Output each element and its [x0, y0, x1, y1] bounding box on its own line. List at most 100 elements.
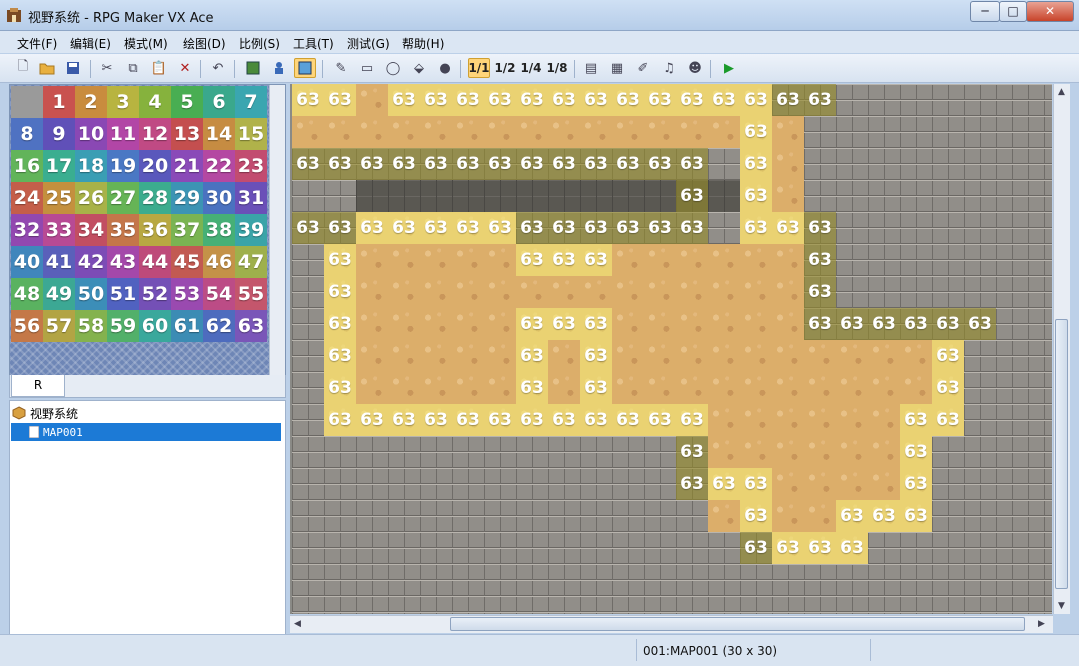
map-tile[interactable]: [484, 244, 516, 276]
palette-scrollbar[interactable]: [269, 85, 285, 375]
map-tile[interactable]: [292, 468, 324, 500]
map-tile[interactable]: [356, 468, 388, 500]
map-tile[interactable]: [484, 596, 516, 614]
palette-region-54[interactable]: 54: [203, 278, 235, 310]
map-tile[interactable]: [676, 532, 708, 564]
map-tile[interactable]: [420, 244, 452, 276]
map-tile[interactable]: 63: [644, 148, 676, 180]
map-tile[interactable]: [388, 340, 420, 372]
palette-region-29[interactable]: 29: [171, 182, 203, 214]
map-tile[interactable]: [324, 564, 356, 596]
map-tile[interactable]: 63: [420, 148, 452, 180]
map-tile[interactable]: 63: [548, 84, 580, 116]
palette-region-41[interactable]: 41: [43, 246, 75, 278]
map-tile[interactable]: [580, 596, 612, 614]
map-tile[interactable]: [772, 308, 804, 340]
map-tile[interactable]: [740, 372, 772, 404]
save-icon[interactable]: [62, 58, 84, 78]
palette-region-13[interactable]: 13: [171, 118, 203, 150]
map-tile[interactable]: [900, 148, 932, 180]
map-tile[interactable]: [644, 244, 676, 276]
map-tile[interactable]: [772, 404, 804, 436]
palette-region-1[interactable]: 1: [43, 86, 75, 118]
maximize-button[interactable]: □: [999, 1, 1027, 22]
map-tile[interactable]: [580, 468, 612, 500]
map-tile[interactable]: [708, 596, 740, 614]
map-tile[interactable]: [1028, 500, 1052, 532]
map-tile[interactable]: [996, 532, 1028, 564]
map-tile[interactable]: 63: [740, 468, 772, 500]
map-tile[interactable]: [1028, 180, 1052, 212]
map-tile[interactable]: [1028, 468, 1052, 500]
map-tile[interactable]: [740, 244, 772, 276]
map-tile[interactable]: 63: [772, 212, 804, 244]
menu-mode[interactable]: 模式(M): [124, 35, 168, 52]
palette-region-9[interactable]: 9: [43, 118, 75, 150]
map-tile[interactable]: [548, 372, 580, 404]
map-tile[interactable]: [836, 212, 868, 244]
map-tile[interactable]: [580, 116, 612, 148]
palette-region-46[interactable]: 46: [203, 246, 235, 278]
map-tile[interactable]: [836, 372, 868, 404]
map-tile[interactable]: [772, 180, 804, 212]
paste-icon[interactable]: 📋: [148, 58, 170, 78]
palette-region-16[interactable]: 16: [11, 150, 43, 182]
map-tile[interactable]: [452, 308, 484, 340]
palette-region-38[interactable]: 38: [203, 214, 235, 246]
palette-region-5[interactable]: 5: [171, 86, 203, 118]
map-tile[interactable]: 63: [708, 84, 740, 116]
map-tile[interactable]: 63: [644, 84, 676, 116]
map-tile[interactable]: 63: [452, 404, 484, 436]
map-tile[interactable]: [996, 212, 1028, 244]
map-tile[interactable]: 63: [580, 372, 612, 404]
map-tile[interactable]: [484, 372, 516, 404]
map-tile[interactable]: 63: [932, 308, 964, 340]
map-tile[interactable]: [996, 436, 1028, 468]
map-tile[interactable]: [708, 308, 740, 340]
map-tile[interactable]: 63: [580, 212, 612, 244]
map-tile[interactable]: [1028, 308, 1052, 340]
map-tile[interactable]: [996, 308, 1028, 340]
map-tile[interactable]: [804, 372, 836, 404]
map-tile[interactable]: [388, 564, 420, 596]
tab-r[interactable]: R: [11, 375, 65, 397]
map-tile[interactable]: 63: [804, 532, 836, 564]
map-tile[interactable]: 63: [388, 148, 420, 180]
map-tile[interactable]: [580, 276, 612, 308]
map-tile[interactable]: [324, 500, 356, 532]
map-tile[interactable]: [804, 436, 836, 468]
map-tile[interactable]: [676, 116, 708, 148]
palette-region-45[interactable]: 45: [171, 246, 203, 278]
map-tile[interactable]: [836, 84, 868, 116]
palette-region-20[interactable]: 20: [139, 150, 171, 182]
map-tile[interactable]: [964, 180, 996, 212]
map-tile[interactable]: 63: [356, 212, 388, 244]
map-tile[interactable]: [644, 116, 676, 148]
map-tile[interactable]: 63: [388, 404, 420, 436]
map-tile[interactable]: [484, 180, 516, 212]
palette-region-34[interactable]: 34: [75, 214, 107, 246]
map-tile[interactable]: [932, 564, 964, 596]
map-tile[interactable]: [676, 564, 708, 596]
map-tile[interactable]: 63: [388, 212, 420, 244]
map-tile[interactable]: 63: [516, 372, 548, 404]
map-tile[interactable]: [644, 500, 676, 532]
map-tile[interactable]: [516, 276, 548, 308]
map-tile[interactable]: 63: [452, 148, 484, 180]
map-tile[interactable]: [324, 596, 356, 614]
map-tile[interactable]: 63: [836, 308, 868, 340]
map-tile[interactable]: [324, 468, 356, 500]
map-tile[interactable]: [452, 596, 484, 614]
map-tile[interactable]: 63: [900, 404, 932, 436]
palette-region-15[interactable]: 15: [235, 118, 267, 150]
menu-scale[interactable]: 比例(S): [239, 35, 280, 52]
map-tile[interactable]: [1028, 436, 1052, 468]
map-tile[interactable]: 63: [676, 404, 708, 436]
map-tile[interactable]: [900, 116, 932, 148]
region-layer-icon[interactable]: [294, 58, 316, 78]
map-tile[interactable]: [644, 340, 676, 372]
map-tile[interactable]: 63: [420, 404, 452, 436]
map-tile[interactable]: [388, 596, 420, 614]
map-tile[interactable]: [740, 596, 772, 614]
new-file-icon[interactable]: 🗋: [12, 58, 34, 78]
